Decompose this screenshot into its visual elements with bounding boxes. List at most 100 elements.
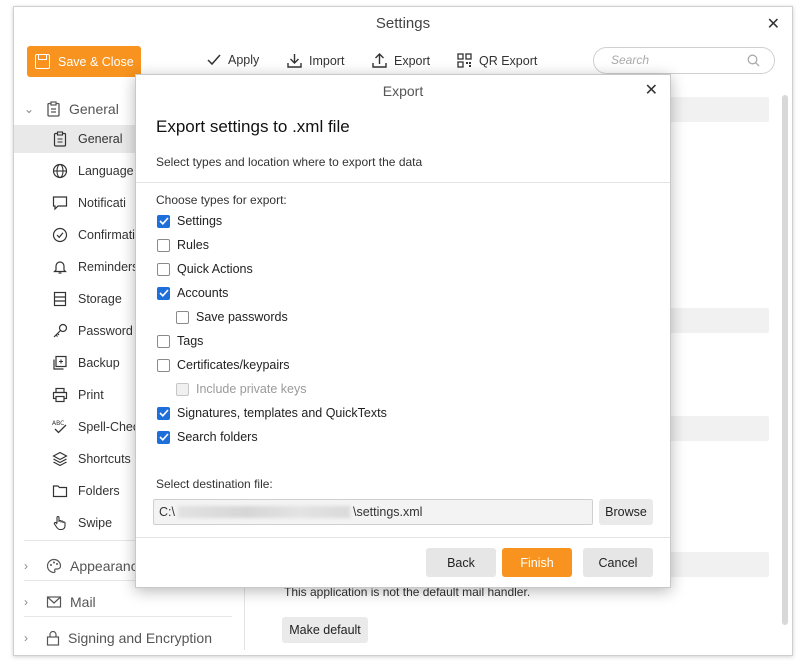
divider <box>24 616 232 617</box>
qr-export-label: QR Export <box>479 53 538 68</box>
export-option-label: Rules <box>177 238 209 252</box>
qr-export-button[interactable]: QR Export <box>457 53 537 68</box>
export-option-checkbox[interactable]: Settings <box>157 214 222 228</box>
dialog-close-button[interactable]: ✕ <box>645 80 658 100</box>
divider <box>136 537 670 538</box>
checkbox-checked-icon <box>157 430 170 444</box>
sidebar-item-label: Spell-Chec <box>78 420 140 434</box>
chevron-right-icon: › <box>24 631 28 645</box>
search-placeholder: Search <box>611 53 650 67</box>
browse-button[interactable]: Browse <box>599 499 653 525</box>
clipboard-icon <box>53 131 67 147</box>
export-option-checkbox[interactable]: Search folders <box>157 430 258 444</box>
dialog-title: Export <box>382 83 424 99</box>
sidebar-group-signing[interactable]: › Signing and Encryption <box>24 630 212 646</box>
export-option-checkbox[interactable]: Tags <box>157 334 203 348</box>
sidebar-item-label: Folders <box>78 484 120 498</box>
apply-button[interactable]: Apply <box>207 53 259 67</box>
clipboard-icon <box>47 101 60 117</box>
sidebar-group-appearance[interactable]: › Appearanc <box>24 558 138 574</box>
export-option-label: Include private keys <box>196 382 307 396</box>
chevron-down-icon: ⌄ <box>24 102 35 116</box>
import-icon <box>287 54 302 68</box>
export-option-label: Quick Actions <box>177 262 253 276</box>
save-icon <box>35 54 50 69</box>
checkbox-icon <box>157 334 170 348</box>
checkbox-icon <box>157 358 170 372</box>
dialog-heading: Export settings to .xml file <box>156 117 350 136</box>
check-circle-icon <box>52 227 68 243</box>
export-option-label: Certificates/keypairs <box>177 358 290 372</box>
path-suffix: \settings.xml <box>352 505 423 519</box>
sidebar-item-label: General <box>78 132 123 146</box>
export-option-checkbox[interactable]: Quick Actions <box>157 262 253 276</box>
export-option-checkbox[interactable]: Save passwords <box>176 310 288 324</box>
divider <box>136 182 670 183</box>
layers-icon <box>52 451 68 467</box>
chevron-right-icon: › <box>24 595 28 609</box>
import-button[interactable]: Import <box>287 53 344 68</box>
export-option-checkbox[interactable]: Rules <box>157 238 209 252</box>
checkbox-icon <box>157 238 170 252</box>
export-option-checkbox: Include private keys <box>176 382 306 396</box>
sidebar-group-mail[interactable]: › Mail <box>24 594 96 610</box>
checkbox-checked-icon <box>157 286 170 300</box>
sidebar-item-label: Backup <box>78 356 120 370</box>
finish-button[interactable]: Finish <box>502 548 572 577</box>
checkbox-icon <box>176 310 189 324</box>
sidebar-item-label: Notificati <box>78 196 126 210</box>
folder-icon <box>52 485 68 498</box>
search-input[interactable]: Search <box>593 47 775 74</box>
save-close-label: Save & Close <box>58 54 134 69</box>
dialog-subtitle: Select types and location where to expor… <box>156 155 423 169</box>
spellcheck-icon: ABC <box>52 420 67 434</box>
export-option-checkbox[interactable]: Certificates/keypairs <box>157 358 290 372</box>
export-label: Export <box>394 53 431 68</box>
export-option-checkbox[interactable]: Accounts <box>157 286 228 300</box>
checkbox-checked-icon <box>157 406 170 420</box>
hand-icon <box>53 515 66 531</box>
save-close-button[interactable]: Save & Close <box>27 46 141 77</box>
destination-label: Select destination file: <box>156 477 273 491</box>
search-icon <box>747 54 760 67</box>
check-icon <box>207 54 221 66</box>
qr-code-icon <box>457 53 472 68</box>
sidebar-item-label: Language <box>78 164 134 178</box>
export-option-label: Tags <box>177 334 204 348</box>
destination-path-field[interactable]: C:\ \settings.xml <box>153 499 593 525</box>
export-option-label: Settings <box>177 214 223 228</box>
import-label: Import <box>309 53 345 68</box>
checkbox-icon <box>157 262 170 276</box>
bell-icon <box>53 261 67 274</box>
export-option-label: Signatures, templates and QuickTexts <box>177 406 387 420</box>
export-option-checkbox[interactable]: Signatures, templates and QuickTexts <box>157 406 387 420</box>
envelope-icon <box>46 596 62 608</box>
scrollbar[interactable] <box>782 95 788 625</box>
sidebar-group-signing-label: Signing and Encryption <box>68 630 212 646</box>
export-dialog: Export ✕ Export settings to .xml file Se… <box>135 74 671 588</box>
printer-icon <box>52 387 68 403</box>
export-button[interactable]: Export <box>372 53 430 68</box>
sidebar-group-general[interactable]: ⌄ General <box>24 101 119 117</box>
sidebar-group-appearance-label: Appearanc <box>70 558 138 574</box>
cancel-button[interactable]: Cancel <box>583 548 653 577</box>
sidebar-item-label: Reminders <box>78 260 139 274</box>
palette-icon <box>46 558 62 574</box>
apply-label: Apply <box>228 53 260 67</box>
export-option-label: Save passwords <box>196 310 288 324</box>
path-prefix: C:\ <box>159 505 175 519</box>
sidebar-item-label: Swipe <box>78 516 113 530</box>
sidebar-item-label: Shortcuts <box>78 452 131 466</box>
window-close-button[interactable]: ✕ <box>767 14 780 34</box>
sidebar-group-mail-label: Mail <box>70 594 96 610</box>
choose-types-label: Choose types for export: <box>156 193 287 207</box>
sidebar-item-label: Print <box>78 388 104 402</box>
lock-icon <box>46 630 60 646</box>
svg-text:ABC: ABC <box>52 420 64 427</box>
key-icon <box>53 323 68 338</box>
chevron-right-icon: › <box>24 559 28 573</box>
sidebar-group-general-label: General <box>69 101 119 117</box>
make-default-button[interactable]: Make default <box>282 617 368 643</box>
sidebar-item-label: Storage <box>78 292 122 306</box>
back-button[interactable]: Back <box>426 548 496 577</box>
